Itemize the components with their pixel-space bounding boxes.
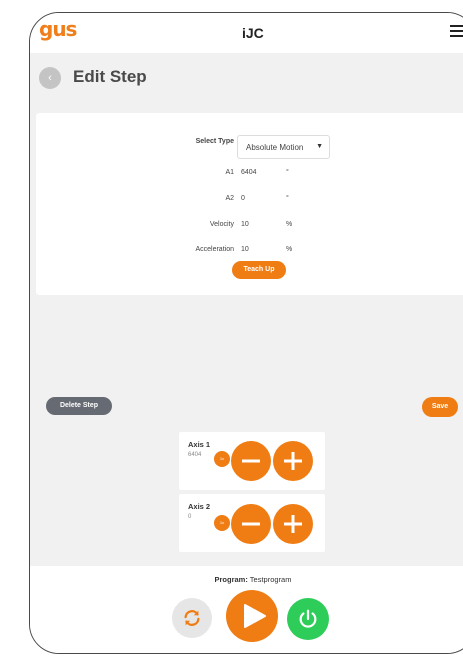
minus-icon: [242, 522, 260, 526]
refresh-button[interactable]: [172, 598, 212, 638]
select-type-value: Absolute Motion: [246, 143, 304, 152]
teach-up-button[interactable]: Teach Up: [232, 261, 286, 279]
axis-1-card: Axis 1 6404 1x: [179, 432, 325, 490]
back-button[interactable]: ‹: [39, 67, 61, 89]
hamburger-menu-icon[interactable]: [450, 25, 463, 37]
program-name: Testprogram: [249, 575, 292, 584]
field-row-a1: A1 6404 °: [36, 163, 463, 183]
a2-input[interactable]: 0: [241, 195, 245, 202]
field-row-acceleration: Acceleration 10 %: [36, 240, 463, 260]
field-row-a2: A2 0 °: [36, 189, 463, 209]
axis-value: 0: [188, 514, 192, 520]
axis-1-minus-button[interactable]: [231, 441, 271, 481]
step-size-button[interactable]: 1x: [214, 515, 230, 531]
power-button[interactable]: [287, 598, 329, 640]
play-icon: [244, 604, 266, 628]
velocity-input[interactable]: 10: [241, 221, 249, 228]
field-unit: °: [286, 169, 289, 176]
chevron-down-icon: ▼: [316, 143, 323, 150]
axis-1-plus-button[interactable]: [273, 441, 313, 481]
field-label: A2: [225, 195, 234, 202]
minus-icon: [242, 459, 260, 463]
page-header: ‹ Edit Step: [30, 58, 463, 98]
axis-2-plus-button[interactable]: [273, 504, 313, 544]
step-size-button[interactable]: 1x: [214, 451, 230, 467]
axis-2-card: Axis 2 0 1x: [179, 494, 325, 552]
step-form: Select Type Absolute Motion ▼ A1 6404 ° …: [36, 113, 463, 295]
page-title: Edit Step: [73, 67, 147, 86]
field-unit: %: [286, 221, 293, 228]
top-bar: gus iJC: [30, 13, 463, 53]
axis-name: Axis 1: [188, 440, 211, 449]
refresh-icon: [184, 610, 200, 626]
field-row-velocity: Velocity 10 %: [36, 215, 463, 235]
select-type-dropdown[interactable]: Absolute Motion ▼: [237, 135, 330, 159]
select-type-label: Select Type: [195, 138, 234, 145]
a1-input[interactable]: 6404: [241, 169, 257, 176]
axis-value: 6404: [188, 452, 202, 458]
axis-2-minus-button[interactable]: [231, 504, 271, 544]
program-indicator: Program: Testprogram: [30, 575, 463, 584]
app-frame: gus iJC ‹ Edit Step Select Type Absolute…: [29, 12, 463, 654]
field-unit: %: [286, 246, 293, 253]
plus-icon: [284, 452, 302, 470]
field-label: A1: [225, 169, 234, 176]
field-unit: °: [286, 195, 289, 202]
power-icon: [299, 609, 317, 628]
plus-icon: [284, 515, 302, 533]
program-controls: Program: Testprogram: [30, 566, 463, 653]
save-button[interactable]: Save: [422, 397, 458, 417]
acceleration-input[interactable]: 10: [241, 246, 249, 253]
axis-name: Axis 2: [188, 502, 211, 511]
field-label: Acceleration: [195, 246, 234, 253]
igus-logo: gus: [39, 17, 77, 41]
field-label: Velocity: [209, 221, 234, 228]
delete-step-button[interactable]: Delete Step: [46, 397, 112, 415]
program-label: Program:: [214, 575, 248, 584]
play-button[interactable]: [226, 590, 278, 642]
app-title: iJC: [242, 25, 264, 41]
